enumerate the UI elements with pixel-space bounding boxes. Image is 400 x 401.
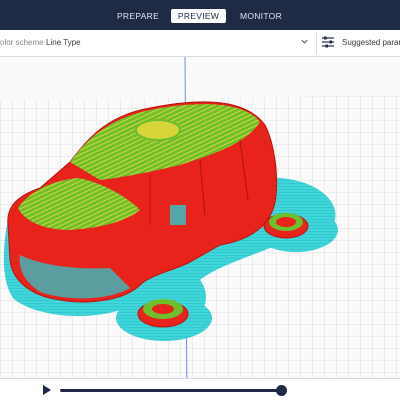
sliced-model-view[interactable] xyxy=(0,57,400,400)
toolbar-divider xyxy=(316,32,317,54)
color-scheme-label: olor scheme xyxy=(0,38,44,47)
play-icon[interactable] xyxy=(42,385,52,395)
color-scheme-dropdown[interactable]: Line Type xyxy=(46,38,81,47)
timeline-track[interactable] xyxy=(60,389,282,392)
view-toolbar: olor scheme Line Type Suggested parame xyxy=(0,30,400,57)
tab-monitor[interactable]: MONITOR xyxy=(231,9,291,23)
mirror-support xyxy=(170,205,186,225)
chevron-down-icon[interactable] xyxy=(300,37,309,46)
suggested-parameters-button[interactable]: Suggested parame xyxy=(342,38,400,47)
3d-preview-viewport[interactable] xyxy=(0,57,400,400)
timeline-slider-handle[interactable] xyxy=(276,385,287,396)
layer-timeline xyxy=(0,378,400,401)
app-header-bar: PREPARE PREVIEW MONITOR xyxy=(0,0,400,30)
tab-preview[interactable]: PREVIEW xyxy=(171,9,226,23)
settings-sliders-icon[interactable] xyxy=(321,36,335,48)
roof-marker xyxy=(135,119,181,141)
tab-prepare[interactable]: PREPARE xyxy=(108,9,168,23)
